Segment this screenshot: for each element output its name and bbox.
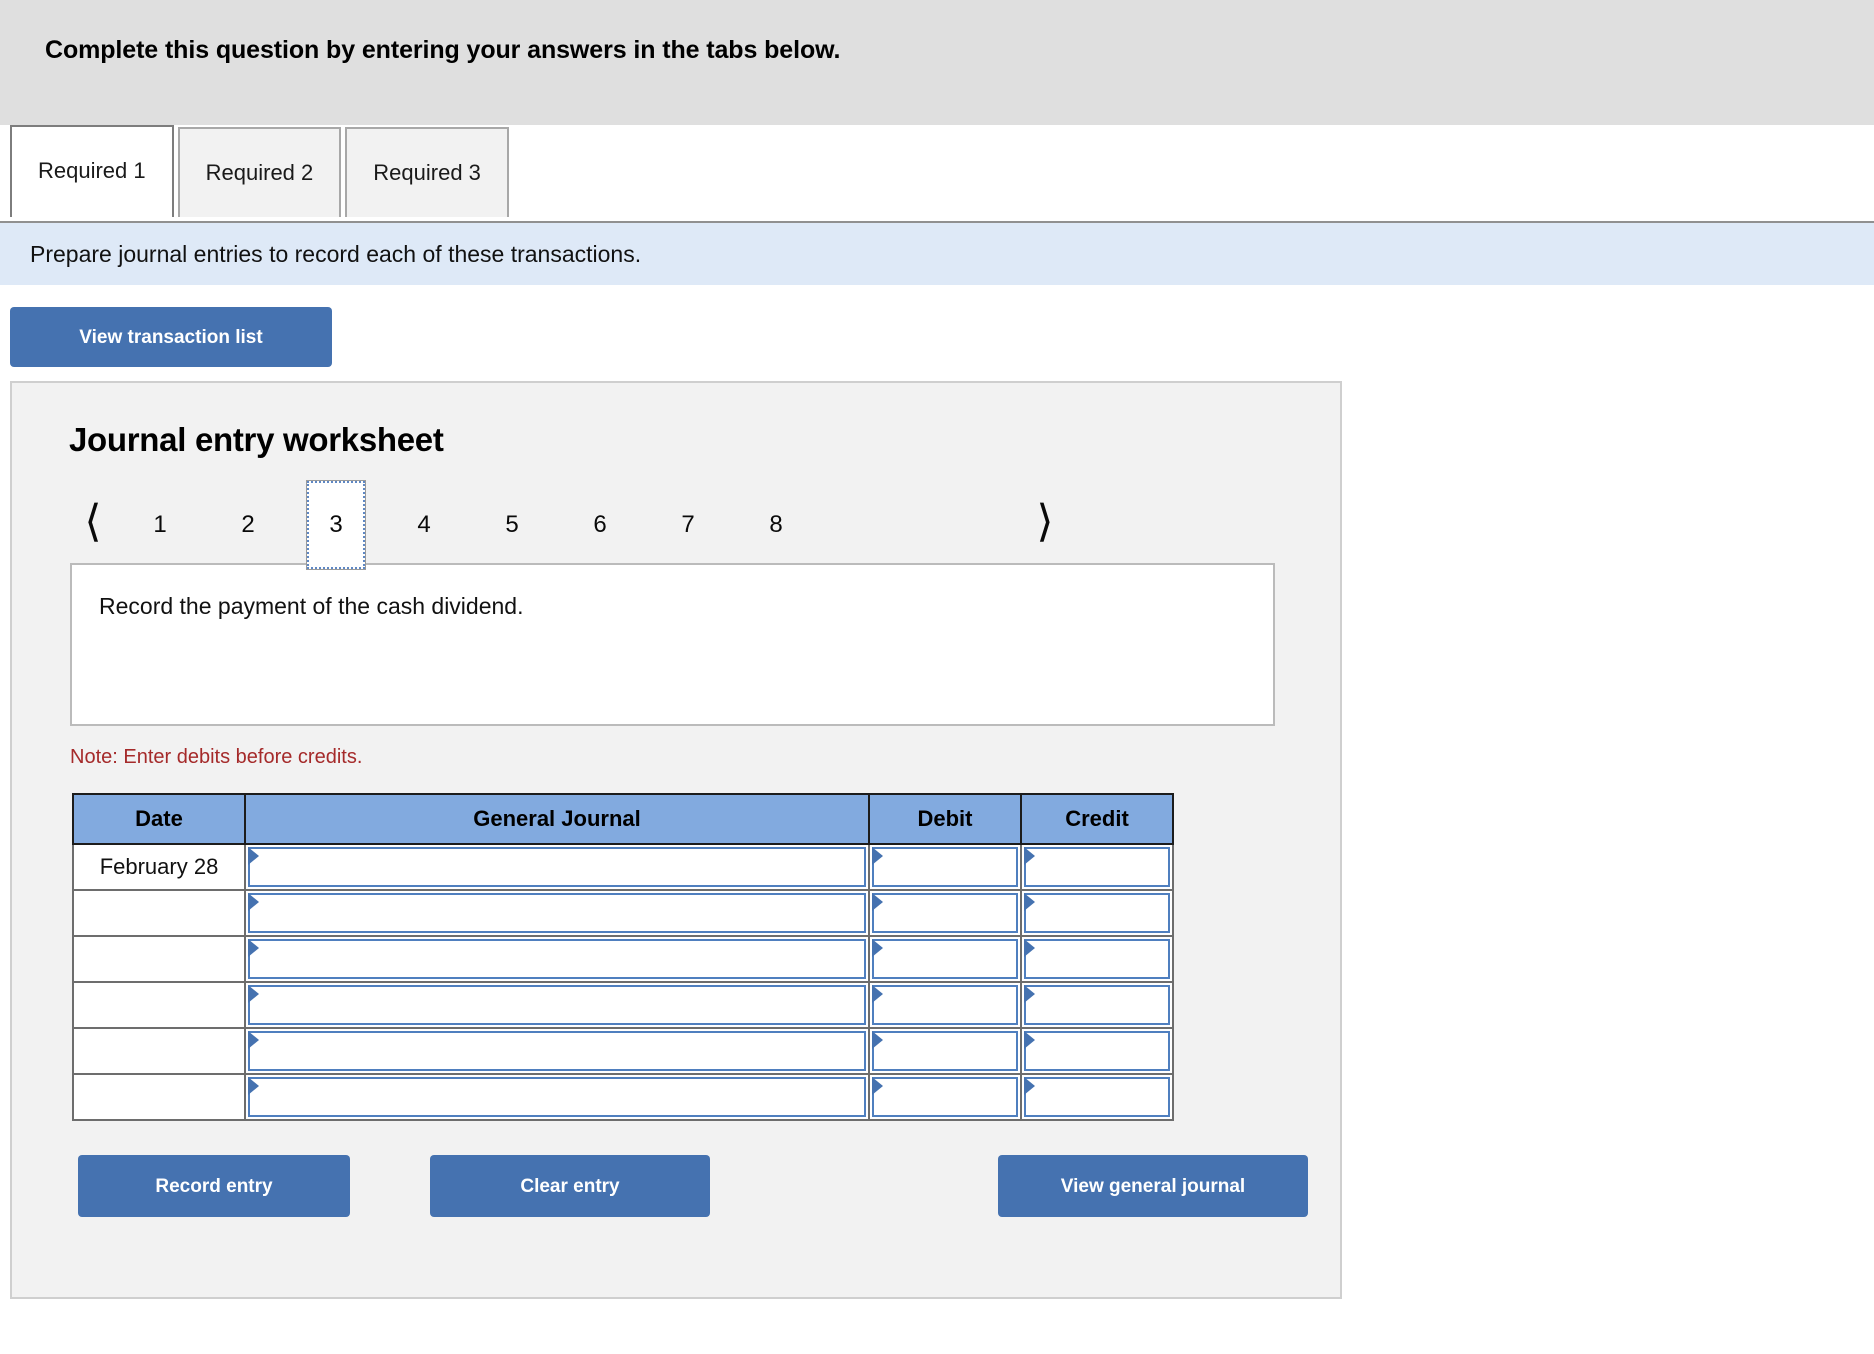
debit-input-1[interactable] bbox=[872, 847, 1018, 887]
tab-strip-divider bbox=[0, 221, 1874, 223]
table-row bbox=[72, 1073, 1174, 1121]
worksheet-actions: Record entry Clear entry View general jou… bbox=[78, 1155, 1340, 1221]
banner-text: Complete this question by entering your … bbox=[45, 36, 841, 64]
clear-entry-button[interactable]: Clear entry bbox=[430, 1155, 710, 1217]
table-row bbox=[72, 1027, 1174, 1075]
debit-input-5[interactable] bbox=[872, 1031, 1018, 1071]
general-journal-input-5[interactable] bbox=[248, 1031, 866, 1071]
worksheet-title: Journal entry worksheet bbox=[69, 421, 444, 458]
table-header-row: Date General Journal Debit Credit bbox=[72, 793, 1174, 845]
transaction-description-box: Record the payment of the cash dividend. bbox=[70, 563, 1275, 726]
date-cell-3[interactable] bbox=[72, 935, 246, 983]
credit-cell-1[interactable] bbox=[1020, 843, 1174, 891]
debit-cell-5[interactable] bbox=[868, 1027, 1022, 1075]
date-cell-6[interactable] bbox=[72, 1073, 246, 1121]
credit-cell-4[interactable] bbox=[1020, 981, 1174, 1029]
credit-input-4[interactable] bbox=[1024, 985, 1170, 1025]
question-banner: Complete this question by entering your … bbox=[0, 0, 1874, 125]
general-journal-cell-6[interactable] bbox=[244, 1073, 870, 1121]
tab-required-3[interactable]: Required 3 bbox=[345, 127, 509, 217]
worksheet-pager: ⟨ 1 2 3 4 5 6 7 8 ⟩ bbox=[12, 480, 1340, 570]
general-journal-cell-1[interactable] bbox=[244, 843, 870, 891]
credit-input-6[interactable] bbox=[1024, 1077, 1170, 1117]
tab-required-2[interactable]: Required 2 bbox=[177, 127, 342, 217]
general-journal-cell-4[interactable] bbox=[244, 981, 870, 1029]
column-header-general-journal: General Journal bbox=[244, 793, 870, 845]
table-row bbox=[72, 981, 1174, 1029]
date-cell-2[interactable] bbox=[72, 889, 246, 937]
chevron-right-icon[interactable]: ⟩ bbox=[1022, 487, 1068, 563]
general-journal-input-3[interactable] bbox=[248, 939, 866, 979]
pager-page-7[interactable]: 7 bbox=[659, 487, 717, 563]
tab-required-3-label: Required 3 bbox=[373, 160, 481, 185]
general-journal-cell-3[interactable] bbox=[244, 935, 870, 983]
debit-input-6[interactable] bbox=[872, 1077, 1018, 1117]
credit-input-1[interactable] bbox=[1024, 847, 1170, 887]
general-journal-cell-5[interactable] bbox=[244, 1027, 870, 1075]
date-cell-1[interactable]: February 28 bbox=[72, 843, 246, 891]
tab-required-1[interactable]: Required 1 bbox=[10, 125, 174, 217]
debit-cell-2[interactable] bbox=[868, 889, 1022, 937]
date-cell-4[interactable] bbox=[72, 981, 246, 1029]
pager-page-2[interactable]: 2 bbox=[219, 487, 277, 563]
transaction-description-text: Record the payment of the cash dividend. bbox=[99, 593, 524, 619]
pager-next-wrapper: ⟩ bbox=[1022, 487, 1068, 563]
credit-cell-3[interactable] bbox=[1020, 935, 1174, 983]
view-transaction-list-button[interactable]: View transaction list bbox=[10, 307, 332, 367]
table-row bbox=[72, 889, 1174, 937]
column-header-debit: Debit bbox=[868, 793, 1022, 845]
journal-entry-worksheet-panel: Journal entry worksheet ⟨ 1 2 3 4 5 6 7 8 ⟩ Reco… bbox=[10, 381, 1342, 1299]
required-tabs: Required 1 Required 2 Required 3 bbox=[0, 125, 1874, 223]
pager-page-6[interactable]: 6 bbox=[571, 487, 629, 563]
general-journal-input-4[interactable] bbox=[248, 985, 866, 1025]
credit-cell-6[interactable] bbox=[1020, 1073, 1174, 1121]
debit-input-4[interactable] bbox=[872, 985, 1018, 1025]
debit-cell-4[interactable] bbox=[868, 981, 1022, 1029]
chevron-left-icon[interactable]: ⟨ bbox=[70, 487, 116, 563]
pager-page-1[interactable]: 1 bbox=[131, 487, 189, 563]
debit-cell-3[interactable] bbox=[868, 935, 1022, 983]
instruction-text: Prepare journal entries to record each o… bbox=[30, 241, 642, 267]
tab-required-1-label: Required 1 bbox=[38, 158, 146, 183]
general-journal-cell-2[interactable] bbox=[244, 889, 870, 937]
instruction-bar: Prepare journal entries to record each o… bbox=[0, 223, 1874, 285]
transaction-list-toolbar: View transaction list bbox=[0, 285, 1874, 381]
general-journal-input-6[interactable] bbox=[248, 1077, 866, 1117]
journal-entry-table: Date General Journal Debit Credit Februa… bbox=[72, 793, 1174, 1121]
credit-input-2[interactable] bbox=[1024, 893, 1170, 933]
pager-page-4[interactable]: 4 bbox=[395, 487, 453, 563]
credit-cell-5[interactable] bbox=[1020, 1027, 1174, 1075]
credit-cell-2[interactable] bbox=[1020, 889, 1174, 937]
general-journal-input-2[interactable] bbox=[248, 893, 866, 933]
date-cell-5[interactable] bbox=[72, 1027, 246, 1075]
table-row: February 28 bbox=[72, 843, 1174, 891]
table-row bbox=[72, 935, 1174, 983]
general-journal-input-1[interactable] bbox=[248, 847, 866, 887]
pager-page-3[interactable]: 3 bbox=[306, 480, 366, 570]
column-header-date: Date bbox=[72, 793, 246, 845]
view-general-journal-button[interactable]: View general journal bbox=[998, 1155, 1308, 1217]
credit-input-3[interactable] bbox=[1024, 939, 1170, 979]
record-entry-button[interactable]: Record entry bbox=[78, 1155, 350, 1217]
debits-before-credits-note: Note: Enter debits before credits. bbox=[70, 746, 363, 768]
pager-page-5[interactable]: 5 bbox=[483, 487, 541, 563]
pager-page-8[interactable]: 8 bbox=[747, 487, 805, 563]
credit-input-5[interactable] bbox=[1024, 1031, 1170, 1071]
debit-input-3[interactable] bbox=[872, 939, 1018, 979]
debit-cell-1[interactable] bbox=[868, 843, 1022, 891]
debit-input-2[interactable] bbox=[872, 893, 1018, 933]
debit-cell-6[interactable] bbox=[868, 1073, 1022, 1121]
column-header-credit: Credit bbox=[1020, 793, 1174, 845]
tab-required-2-label: Required 2 bbox=[205, 160, 314, 185]
